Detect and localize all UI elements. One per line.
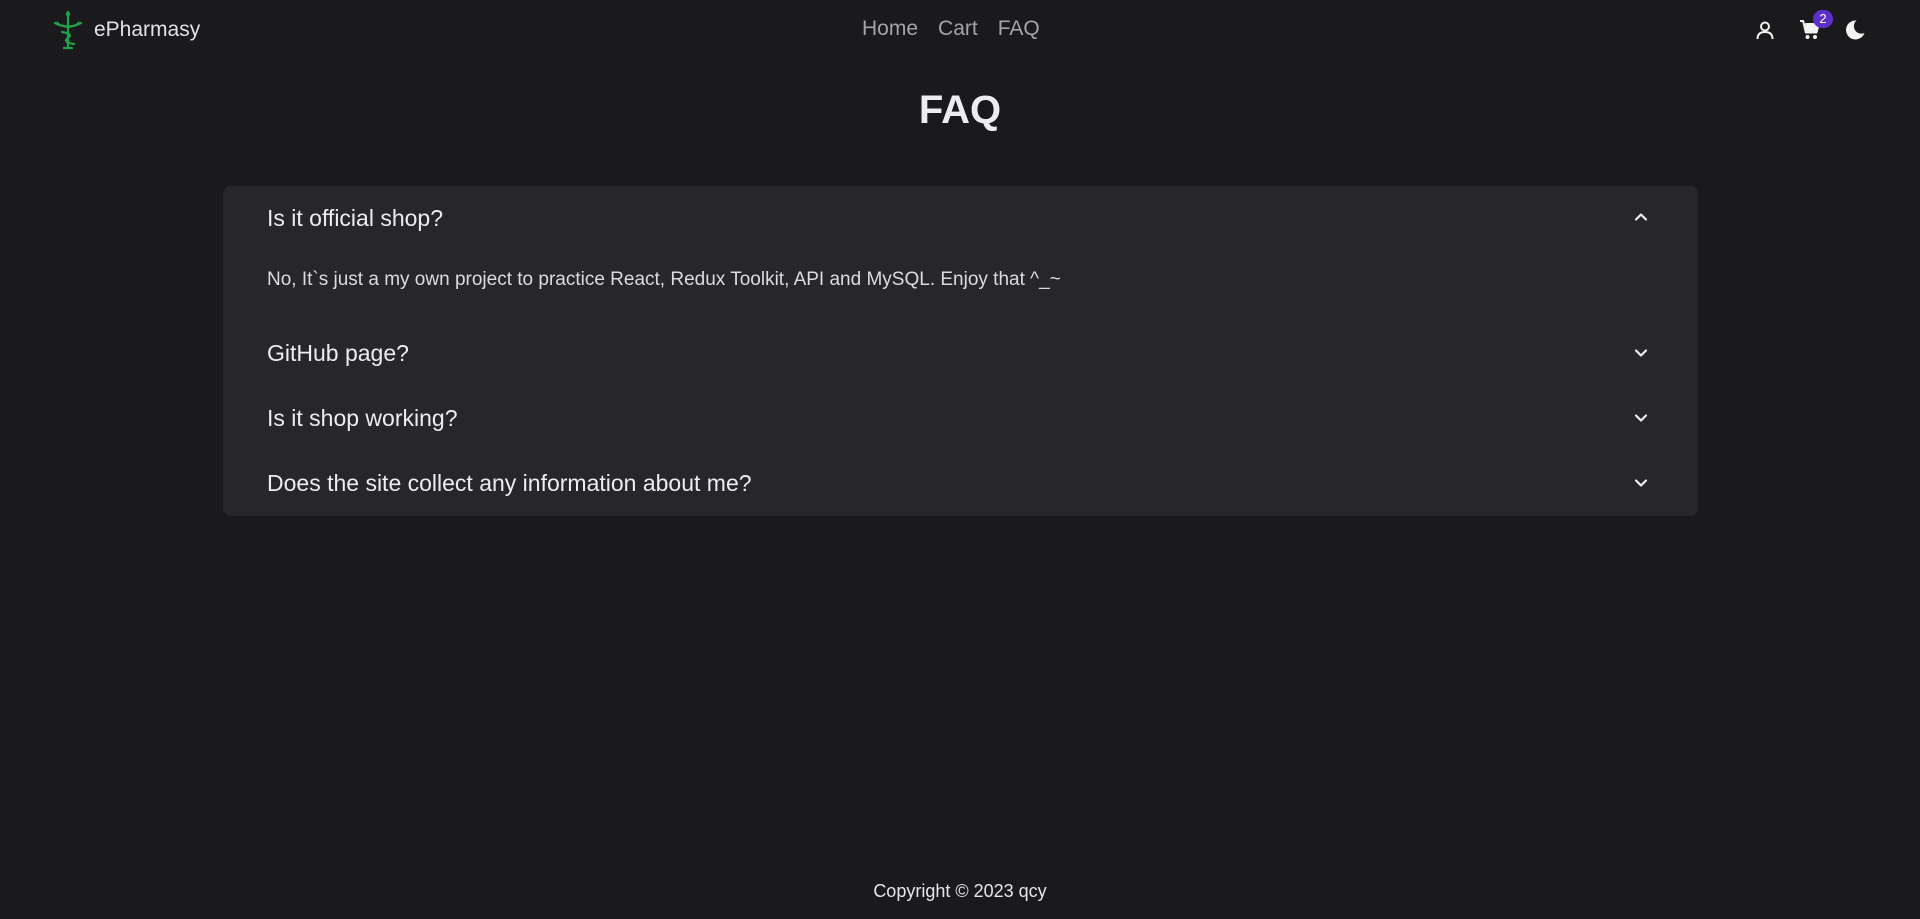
faq-item-official-shop: Is it official shop? No, It`s just a my … xyxy=(223,186,1698,301)
rod-of-asclepius-bowl-icon xyxy=(53,10,83,50)
chevron-up-icon xyxy=(1634,213,1648,221)
faq-item-shop-working[interactable]: Is it shop working? xyxy=(223,386,1698,451)
nav-link-home[interactable]: Home xyxy=(862,17,918,41)
brand-link[interactable]: ePharmasy xyxy=(50,10,200,50)
user-icon xyxy=(1756,21,1774,40)
cart-count-badge: 2 xyxy=(1813,10,1833,28)
faq-accordion: Is it official shop? No, It`s just a my … xyxy=(223,186,1698,516)
faq-question: Is it shop working? xyxy=(267,405,458,431)
faq-question: Is it official shop? xyxy=(267,205,444,231)
moon-icon xyxy=(1846,20,1865,40)
page-title: FAQ xyxy=(918,88,1002,132)
faq-answer: No, It`s just a my own project to practi… xyxy=(267,269,1061,290)
chevron-down-icon xyxy=(1634,479,1648,487)
faq-question: Does the site collect any information ab… xyxy=(267,470,752,496)
chevron-down-icon xyxy=(1634,349,1648,357)
chevron-down-icon xyxy=(1634,414,1648,422)
faq-question-toggle[interactable]: Is it official shop? xyxy=(223,186,1698,246)
faq-question: GitHub page? xyxy=(267,340,409,366)
user-account-button[interactable] xyxy=(1752,17,1778,43)
theme-toggle-button[interactable] xyxy=(1842,17,1868,43)
faq-item-collect-info[interactable]: Does the site collect any information ab… xyxy=(223,451,1698,516)
brand-name: ePharmasy xyxy=(94,18,201,41)
faq-item-github[interactable]: GitHub page? xyxy=(223,321,1698,386)
nav-link-faq[interactable]: FAQ xyxy=(998,17,1040,41)
nav-link-cart[interactable]: Cart xyxy=(938,17,978,41)
main-nav: Home Cart FAQ xyxy=(862,17,1040,41)
top-navbar: ePharmasy Home Cart FAQ 2 xyxy=(0,0,1920,62)
footer-copyright: Copyright © 2023 qcy xyxy=(873,881,1047,901)
